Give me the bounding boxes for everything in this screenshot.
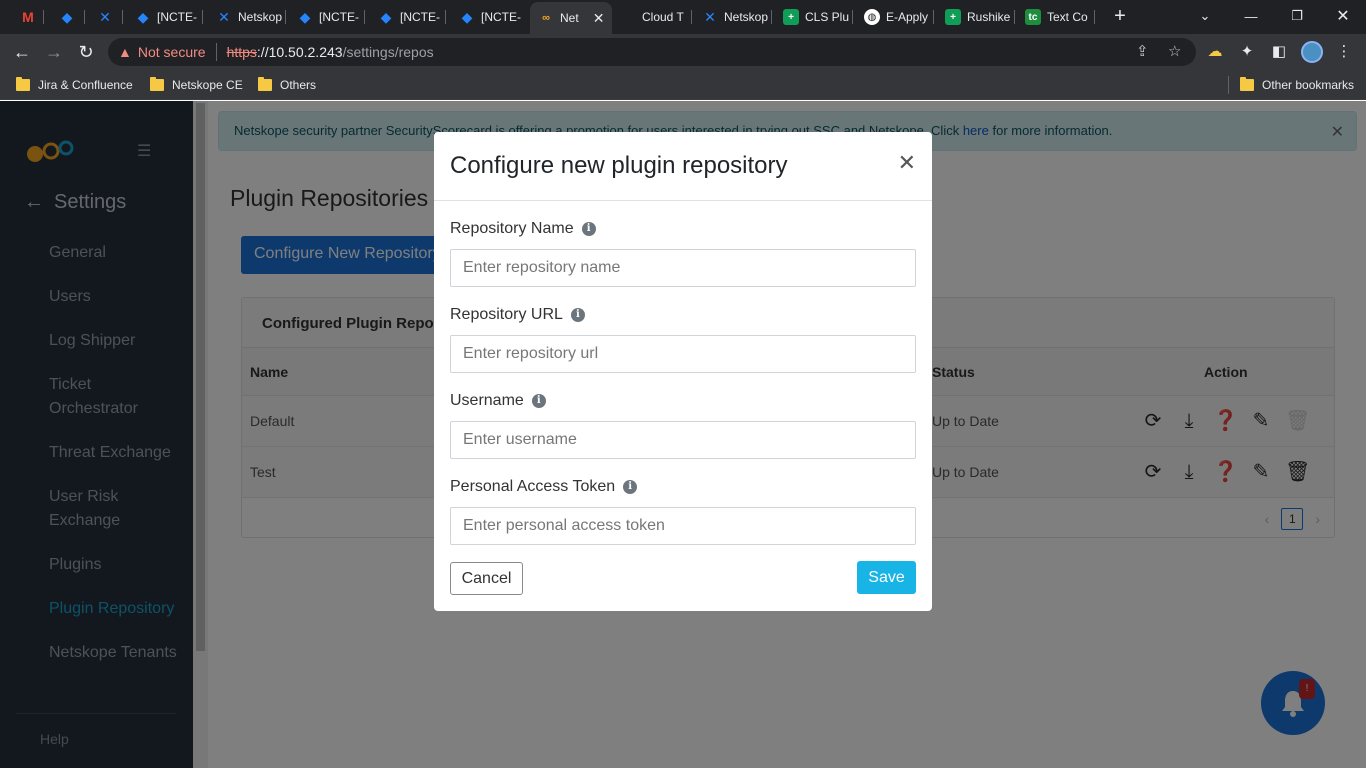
- cancel-button[interactable]: Cancel: [450, 562, 523, 595]
- field-label: Repository URL: [450, 306, 563, 323]
- share-icon[interactable]: ⇪: [1136, 42, 1149, 60]
- url-path: /settings/repos: [342, 44, 434, 60]
- confluence-icon: ✕: [218, 8, 230, 25]
- back-arrow-icon[interactable]: ←: [10, 40, 34, 64]
- side-panel-icon[interactable]: ◧: [1269, 42, 1289, 62]
- tab-netskope-wiki[interactable]: ✕ Netskop: [208, 4, 286, 30]
- sheets-icon: +: [945, 9, 961, 25]
- folder-icon: [1240, 77, 1254, 91]
- gmail-icon: M: [22, 9, 34, 25]
- repository-name-input[interactable]: [450, 249, 916, 287]
- puzzle-icon[interactable]: ✦: [1237, 42, 1257, 62]
- security-status[interactable]: Not secure: [138, 44, 206, 60]
- close-icon[interactable]: ✕: [898, 152, 916, 174]
- netskope-icon: ∞: [542, 12, 550, 24]
- tab-ncte-1[interactable]: ◆ [NCTE-: [127, 4, 203, 30]
- repository-name-label: Repository Name i: [450, 220, 596, 238]
- tab-ncte-4[interactable]: ◆ [NCTE-: [451, 4, 527, 30]
- close-tab-icon[interactable]: ✕: [593, 10, 605, 27]
- sheets-icon: +: [783, 9, 799, 25]
- tab-e-apply[interactable]: ◍ E-Apply: [856, 4, 934, 30]
- folder-icon: [16, 77, 30, 91]
- info-icon[interactable]: i: [531, 394, 546, 408]
- reload-icon[interactable]: ↻: [74, 40, 98, 64]
- globe-icon: ◍: [864, 9, 880, 25]
- field-label: Repository Name: [450, 220, 574, 237]
- bookmark-jira-confluence[interactable]: Jira & Confluence: [16, 76, 133, 94]
- tab-ncte-3[interactable]: ◆ [NCTE-: [370, 4, 446, 30]
- url-host: ://10.50.2.243: [256, 44, 343, 60]
- bookmark-others[interactable]: Others: [258, 76, 316, 94]
- menu-dots-icon[interactable]: ⋮: [1334, 42, 1354, 62]
- tab-confluence[interactable]: ✕: [89, 4, 123, 30]
- bookmark-other-bookmarks[interactable]: Other bookmarks: [1240, 76, 1354, 94]
- tab-cls-plugin[interactable]: + CLS Plu: [775, 4, 853, 30]
- tab-cloud[interactable]: Cloud T: [634, 4, 692, 30]
- new-tab-button[interactable]: +: [1110, 4, 1130, 30]
- jira-icon: ◆: [380, 8, 392, 25]
- jira-icon: ◆: [61, 8, 73, 25]
- field-label: Username: [450, 392, 524, 409]
- username-input[interactable]: [450, 421, 916, 459]
- bookmark-netskope-ce[interactable]: Netskope CE: [150, 76, 243, 94]
- confluence-icon: ✕: [99, 8, 111, 25]
- info-icon[interactable]: i: [623, 480, 638, 494]
- warning-icon: ▲: [118, 44, 132, 60]
- tab-netskope-wiki-2[interactable]: ✕ Netskop: [694, 4, 772, 30]
- modal-divider: [434, 200, 932, 201]
- confluence-icon: ✕: [704, 8, 716, 25]
- personal-access-token-input[interactable]: [450, 507, 916, 545]
- info-icon[interactable]: i: [581, 222, 596, 236]
- jira-icon: ◆: [137, 8, 149, 25]
- textcompare-icon: tc: [1025, 9, 1041, 25]
- tab-netskope-active[interactable]: ∞ Net ✕: [530, 2, 612, 34]
- extension-icon[interactable]: ☁: [1205, 42, 1225, 62]
- maximize-icon[interactable]: ❐: [1274, 0, 1320, 32]
- tab-ncte-2[interactable]: ◆ [NCTE-: [289, 4, 365, 30]
- folder-icon: [258, 77, 272, 91]
- configure-repository-modal: Configure new plugin repository ✕ Reposi…: [434, 132, 932, 611]
- repository-url-input[interactable]: [450, 335, 916, 373]
- field-label: Personal Access Token: [450, 478, 616, 495]
- url-field[interactable]: ▲ Not secure https ://10.50.2.243 /setti…: [108, 38, 1196, 66]
- folder-icon: [150, 77, 164, 91]
- info-icon[interactable]: i: [570, 308, 585, 322]
- jira-icon: ◆: [299, 8, 311, 25]
- modal-title: Configure new plugin repository: [450, 152, 788, 179]
- tab-text-compare[interactable]: tc Text Co: [1017, 4, 1095, 30]
- username-label: Username i: [450, 392, 546, 410]
- save-button[interactable]: Save: [857, 561, 916, 594]
- bookmark-star-icon[interactable]: ☆: [1168, 42, 1181, 60]
- tab-rushikesh[interactable]: + Rushike: [937, 4, 1015, 30]
- personal-access-token-label: Personal Access Token i: [450, 478, 638, 496]
- url-scheme: https: [226, 44, 257, 60]
- close-window-icon[interactable]: ✕: [1320, 0, 1366, 32]
- address-bar: ← → ↻ ▲ Not secure https ://10.50.2.243 …: [0, 34, 1366, 70]
- browser-tab-strip: M ◆ ✕ ◆ [NCTE- ✕ Netskop ◆ [NCTE- ◆ [NCT…: [0, 0, 1366, 34]
- repository-url-label: Repository URL i: [450, 306, 585, 324]
- jira-icon: ◆: [461, 8, 473, 25]
- minimize-icon[interactable]: —: [1228, 0, 1274, 32]
- bookmarks-bar: Jira & Confluence Netskope CE Others Oth…: [0, 70, 1366, 100]
- tab-gmail[interactable]: M: [12, 4, 44, 30]
- avatar[interactable]: [1301, 41, 1323, 63]
- forward-arrow-icon[interactable]: →: [42, 40, 66, 64]
- tab-jira[interactable]: ◆: [51, 4, 85, 30]
- tab-search-icon[interactable]: ⌄: [1182, 0, 1228, 32]
